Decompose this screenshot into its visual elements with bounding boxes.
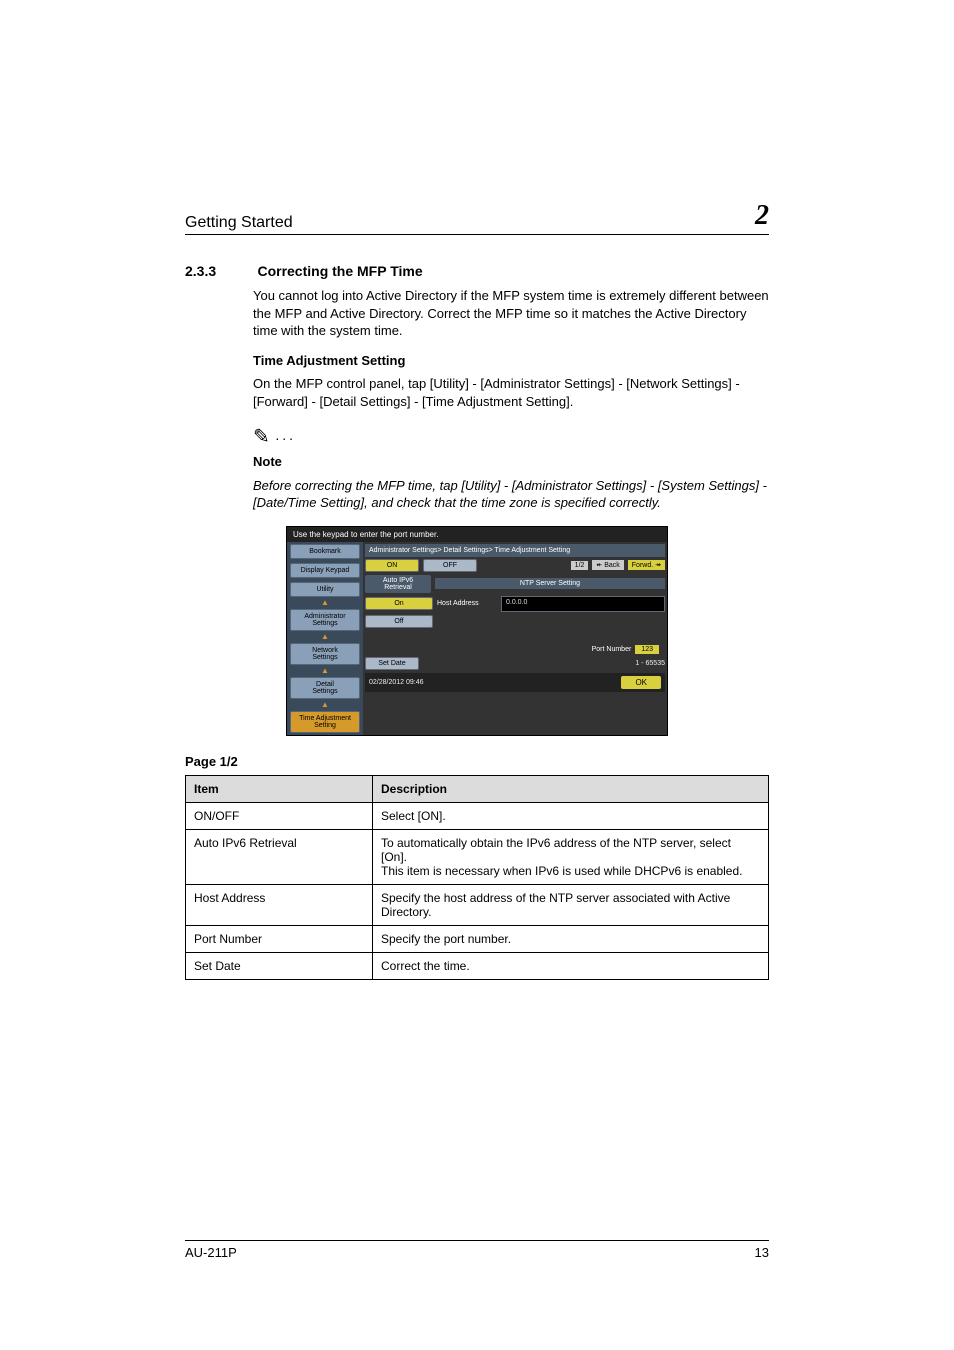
table-cell-desc: Select [ON]. <box>373 802 769 829</box>
sidebar-display-keypad[interactable]: Display Keypad <box>290 563 360 578</box>
auto-ipv6-off-button[interactable]: Off <box>365 615 433 628</box>
table-cell-desc: Correct the time. <box>373 952 769 979</box>
ntp-section-label: NTP Server Setting <box>435 578 665 589</box>
mfp-datetime: 02/28/2012 09:46 <box>369 679 424 686</box>
footer-page-number: 13 <box>755 1245 769 1260</box>
header-left: Getting Started <box>185 214 293 232</box>
table-cell-desc: Specify the port number. <box>373 925 769 952</box>
chapter-number: 2 <box>755 200 769 232</box>
table-header-description: Description <box>373 775 769 802</box>
port-range-label: 1 - 65535 <box>635 660 665 667</box>
note-label: Note <box>253 453 769 471</box>
auto-ipv6-on-button[interactable]: On <box>365 597 433 610</box>
description-table: Item Description ON/OFF Select [ON]. Aut… <box>185 775 769 980</box>
subheading: Time Adjustment Setting <box>253 352 769 370</box>
mfp-sidebar: Bookmark Display Keypad Utility ▲ Admini… <box>287 542 363 735</box>
host-address-field[interactable]: 0.0.0.0 <box>501 596 665 612</box>
note-icon: ✎ ... <box>253 424 769 451</box>
table-header-item: Item <box>186 775 373 802</box>
mfp-screenshot: Use the keypad to enter the port number.… <box>286 526 668 736</box>
section-number: 2.3.3 <box>185 263 253 279</box>
mfp-main-panel: Administrator Settings> Detail Settings>… <box>363 542 667 735</box>
intro-paragraph: You cannot log into Active Directory if … <box>253 287 769 340</box>
mfp-hint-bar: Use the keypad to enter the port number. <box>287 527 667 542</box>
sidebar-detail-settings[interactable]: Detail Settings <box>290 677 360 699</box>
note-text: Before correcting the MFP time, tap [Uti… <box>253 477 769 512</box>
page-1-2-label: Page 1/2 <box>185 754 769 769</box>
pager-back-button[interactable]: ↞ Back <box>592 560 623 570</box>
sidebar-network-settings[interactable]: Network Settings <box>290 643 360 665</box>
table-cell-item: Auto IPv6 Retrieval <box>186 829 373 884</box>
table-row: ON/OFF Select [ON]. <box>186 802 769 829</box>
table-cell-desc: Specify the host address of the NTP serv… <box>373 884 769 925</box>
up-arrow-icon: ▲ <box>287 667 363 675</box>
sidebar-admin-settings[interactable]: Administrator Settings <box>290 609 360 631</box>
table-cell-item: Port Number <box>186 925 373 952</box>
table-row: Set Date Correct the time. <box>186 952 769 979</box>
up-arrow-icon: ▲ <box>287 599 363 607</box>
sidebar-bookmark[interactable]: Bookmark <box>290 544 360 559</box>
mfp-breadcrumb: Administrator Settings> Detail Settings>… <box>365 544 665 557</box>
table-cell-desc: To automatically obtain the IPv6 address… <box>373 829 769 884</box>
up-arrow-icon: ▲ <box>287 633 363 641</box>
page-footer: AU-211P 13 <box>185 1240 769 1260</box>
sidebar-utility[interactable]: Utility <box>290 582 360 597</box>
host-address-label: Host Address <box>437 600 497 607</box>
auto-ipv6-label: Auto IPv6 Retrieval <box>365 575 431 593</box>
pager-indicator: 1/2 <box>571 561 589 570</box>
section-heading: 2.3.3 Correcting the MFP Time <box>185 263 769 281</box>
table-row: Port Number Specify the port number. <box>186 925 769 952</box>
port-number-field[interactable]: 123 <box>635 645 659 654</box>
table-cell-item: Set Date <box>186 952 373 979</box>
table-row: Host Address Specify the host address of… <box>186 884 769 925</box>
sidebar-time-adjustment[interactable]: Time Adjustment Setting <box>290 711 360 733</box>
table-cell-item: Host Address <box>186 884 373 925</box>
port-number-label: Port Number <box>592 646 632 653</box>
footer-model: AU-211P <box>185 1245 237 1260</box>
ok-button[interactable]: OK <box>621 676 661 689</box>
page-header: Getting Started 2 <box>185 200 769 235</box>
section-title: Correcting the MFP Time <box>257 263 422 279</box>
up-arrow-icon: ▲ <box>287 701 363 709</box>
toggle-on-button[interactable]: ON <box>365 559 419 572</box>
instruction-paragraph: On the MFP control panel, tap [Utility] … <box>253 375 769 410</box>
set-date-button[interactable]: Set Date <box>365 657 419 670</box>
table-row: Auto IPv6 Retrieval To automatically obt… <box>186 829 769 884</box>
table-cell-item: ON/OFF <box>186 802 373 829</box>
pager-forward-button[interactable]: Forwd. ↠ <box>628 560 665 570</box>
toggle-off-button[interactable]: OFF <box>423 559 477 572</box>
